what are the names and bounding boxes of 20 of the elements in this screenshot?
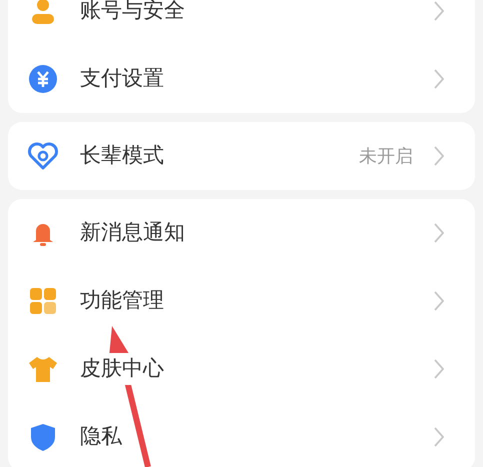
- settings-row[interactable]: 功能管理: [8, 267, 475, 335]
- grid-icon: [28, 286, 58, 316]
- chevron-right-icon: [433, 222, 445, 244]
- settings-row[interactable]: 皮肤中心: [8, 335, 475, 403]
- shield-icon: [28, 422, 58, 452]
- chevron-right-icon: [433, 290, 445, 312]
- chevron-right-icon: [433, 68, 445, 90]
- chevron-right-icon: [433, 426, 445, 448]
- yuan-coin-icon: [28, 64, 58, 94]
- settings-row[interactable]: 支付设置: [8, 45, 475, 113]
- row-value: 未开启: [359, 144, 413, 168]
- chevron-right-icon: [433, 0, 445, 22]
- settings-row[interactable]: 隐私: [8, 403, 475, 467]
- chevron-right-icon: [433, 358, 445, 380]
- chevron-right-icon: [433, 145, 445, 167]
- heart-icon: [27, 141, 59, 171]
- t-shirt-icon: [27, 354, 59, 384]
- row-label: 皮肤中心: [80, 353, 164, 385]
- settings-row[interactable]: 新消息通知: [8, 199, 475, 267]
- settings-row[interactable]: 长辈模式 未开启: [8, 122, 475, 190]
